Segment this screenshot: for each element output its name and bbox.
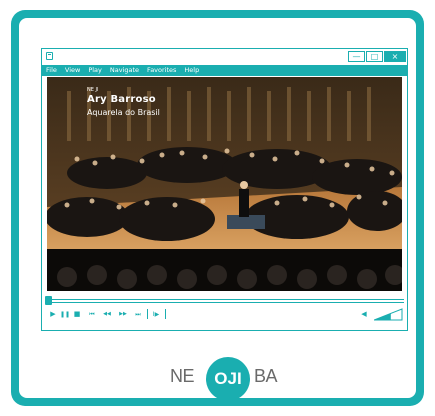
stop-button[interactable]: ■	[72, 309, 82, 320]
seek-handle[interactable]	[45, 296, 52, 305]
seek-bar[interactable]	[45, 296, 404, 305]
pause-button[interactable]: ❚❚	[60, 309, 70, 320]
close-button[interactable]: ×	[384, 51, 406, 62]
play-button[interactable]: ▶	[48, 309, 58, 320]
menu-navigate[interactable]: Navigate	[106, 65, 143, 76]
menu-play[interactable]: Play	[84, 65, 106, 76]
frame-step-button[interactable]: I▶	[150, 309, 162, 320]
menu-bar: File View Play Navigate Favorites Help	[42, 65, 407, 76]
video-title: Ary Barroso	[87, 94, 156, 105]
fast-forward-button[interactable]: ▶▶	[116, 309, 130, 320]
volume-icon[interactable]: ◀	[359, 309, 369, 320]
next-button[interactable]: ⏭	[132, 309, 144, 320]
playback-controls: ▶ ❚❚ ■ ⏮ ◀◀ ▶▶ ⏭ I▶ ◀	[46, 308, 406, 322]
video-watermark-text: NE JI	[87, 87, 99, 93]
minimize-button[interactable]: —	[348, 51, 365, 62]
menu-help[interactable]: Help	[180, 65, 203, 76]
title-bar[interactable]: — □ ×	[42, 49, 407, 65]
brand-logo: NE OJI BA	[170, 357, 290, 401]
brand-circle-mark: OJI	[206, 357, 250, 401]
menu-view[interactable]: View	[61, 65, 84, 76]
previous-button[interactable]: ⏮	[86, 309, 98, 320]
brand-text-center: OJI	[214, 369, 242, 388]
volume-slider[interactable]	[374, 308, 404, 321]
brand-text-left: NE	[170, 366, 195, 386]
menu-favorites[interactable]: Favorites	[143, 65, 180, 76]
media-player-window: — □ × File View Play Navigate Favorites …	[41, 48, 408, 331]
video-watermark-logo: NE JI	[87, 86, 98, 94]
brand-text-right: BA	[254, 366, 278, 386]
app-icon	[46, 52, 53, 60]
rewind-button[interactable]: ◀◀	[100, 309, 114, 320]
video-frame[interactable]: NE JI Ary Barroso Aquarela do Brasil	[47, 77, 402, 291]
maximize-button[interactable]: □	[366, 51, 383, 62]
video-subtitle: Aquarela do Brasil	[87, 108, 160, 117]
controls-divider	[147, 309, 148, 319]
controls-divider	[165, 309, 166, 319]
menu-file[interactable]: File	[42, 65, 61, 76]
